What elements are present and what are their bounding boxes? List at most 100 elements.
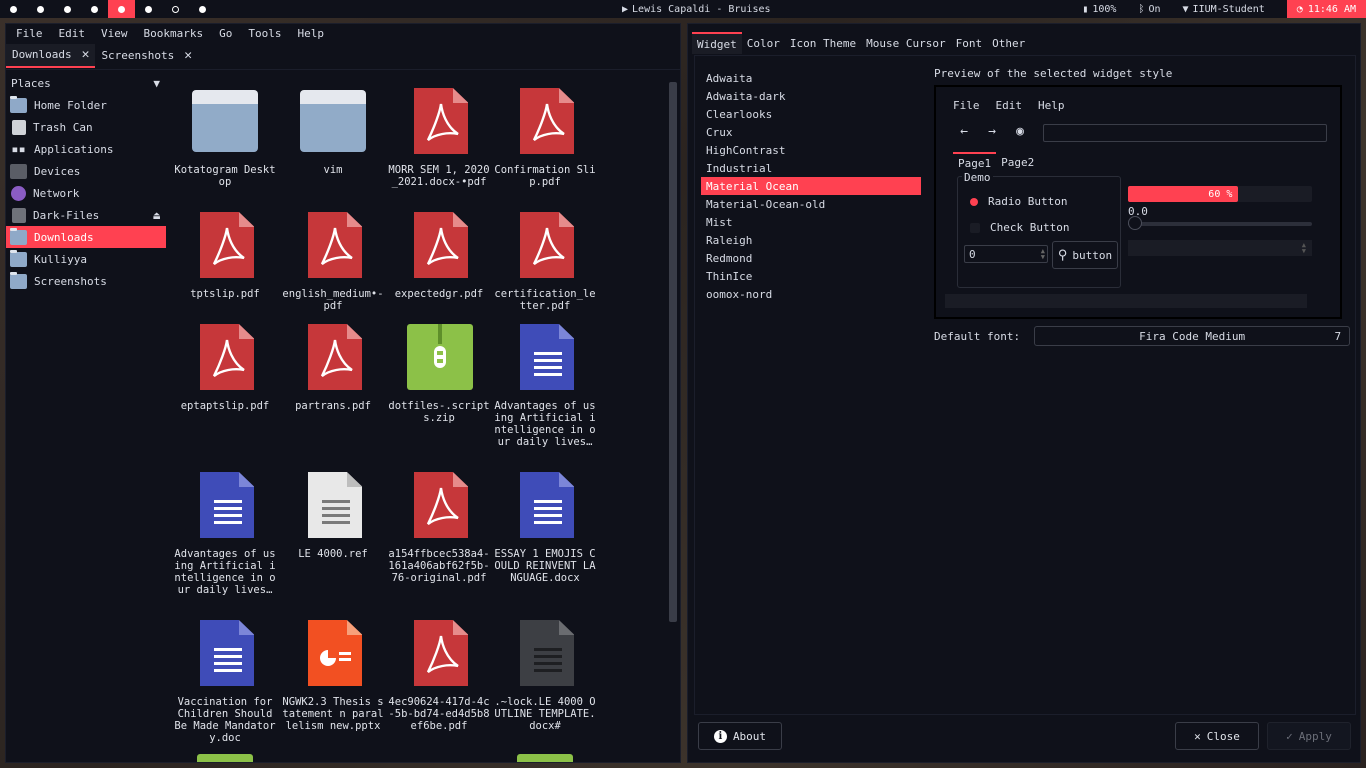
workspace-4[interactable] bbox=[81, 0, 108, 18]
theme-item[interactable]: Redmond bbox=[701, 249, 921, 267]
file-item[interactable]: MORR SEM 1, 2020_2021.docx-•pdf bbox=[385, 88, 493, 188]
file-item[interactable]: certification_letter.pdf bbox=[491, 212, 599, 312]
theme-item[interactable]: Material Ocean bbox=[701, 177, 921, 195]
file-item[interactable]: a154ffbcec538a4-161a406abf62f5b-76-origi… bbox=[385, 472, 493, 584]
file-item[interactable]: Advantages of using Artificial intellige… bbox=[171, 472, 279, 596]
workspace-1[interactable] bbox=[0, 0, 27, 18]
workspace-8[interactable] bbox=[189, 0, 216, 18]
workspace-7[interactable] bbox=[162, 0, 189, 18]
bluetooth-indicator[interactable]: ᛒ On bbox=[1138, 4, 1160, 15]
workspace-6[interactable] bbox=[135, 0, 162, 18]
sidebar-item-network[interactable]: Network bbox=[6, 182, 166, 204]
file-item[interactable]: dotfiles-.scripts.zip bbox=[385, 324, 493, 424]
file-item[interactable]: NGWK2.3 Thesis statement n parallelism n… bbox=[279, 620, 387, 732]
sidebar-item-dark-files[interactable]: Dark-Files ⏏ bbox=[6, 204, 166, 226]
theme-item[interactable]: Industrial bbox=[701, 159, 921, 177]
spin-arrows-icon[interactable]: ▲ ▼ bbox=[1041, 248, 1045, 261]
theme-item[interactable]: Clearlooks bbox=[701, 105, 921, 123]
file-item[interactable]: Vaccination for Children Should Be Made … bbox=[171, 620, 279, 744]
file-item[interactable]: 4ec90624-417d-4c-5b-bd74-ed4d5b8ef6be.pd… bbox=[385, 620, 493, 732]
about-button[interactable]: i About bbox=[698, 722, 782, 750]
file-item[interactable]: vim bbox=[279, 88, 387, 176]
tab-icon-theme[interactable]: Icon Theme bbox=[785, 32, 861, 54]
file-item[interactable]: english_medium•-pdf bbox=[279, 212, 387, 312]
menu-help[interactable]: Help bbox=[289, 27, 332, 40]
menu-edit[interactable]: Edit bbox=[51, 27, 94, 40]
menu-go[interactable]: Go bbox=[211, 27, 240, 40]
spin-arrows-icon[interactable]: ▲ ▼ bbox=[1302, 242, 1306, 255]
tab-color[interactable]: Color bbox=[742, 32, 785, 54]
file-item[interactable]: Advantages of using Artificial intellige… bbox=[491, 324, 599, 448]
file-item[interactable]: Kotatogram Desktop bbox=[171, 88, 279, 188]
file-item[interactable]: partrans.pdf bbox=[279, 324, 387, 412]
workspace-5[interactable] bbox=[108, 0, 135, 18]
file-item[interactable]: ESSAY 1 EMOJIS COULD REINVENT LANGUAGE.d… bbox=[491, 472, 599, 584]
now-playing[interactable]: ▶ Lewis Capaldi - Bruises bbox=[622, 0, 771, 18]
apply-button[interactable]: ✓ Apply bbox=[1267, 722, 1351, 750]
record-icon[interactable]: ◉ bbox=[1009, 124, 1031, 139]
file-item[interactable]: tptslip.pdf bbox=[171, 212, 279, 300]
sidebar-item-applications[interactable]: ▪▪ Applications bbox=[6, 138, 166, 160]
theme-item[interactable]: HighContrast bbox=[701, 141, 921, 159]
file-item[interactable]: expectedgr.pdf bbox=[385, 212, 493, 300]
file-item[interactable]: .~lock.LE 4000 OUTLINE TEMPLATE.docx# bbox=[491, 620, 599, 732]
preview-menu-help[interactable]: Help bbox=[1030, 99, 1073, 112]
theme-item[interactable]: ThinIce bbox=[701, 267, 921, 285]
file-item[interactable]: eptaptslip.pdf bbox=[171, 324, 279, 412]
sidebar-item-home[interactable]: Home Folder bbox=[6, 94, 166, 116]
file-item-partial[interactable] bbox=[197, 754, 253, 762]
forward-arrow-icon[interactable]: → bbox=[981, 124, 1003, 139]
menu-file[interactable]: File bbox=[8, 27, 51, 40]
preview-entry[interactable] bbox=[1043, 124, 1327, 142]
preview-tab-page1[interactable]: Page1 bbox=[953, 152, 997, 172]
wifi-indicator[interactable]: ▼ IIUM-Student bbox=[1183, 4, 1265, 15]
slider-knob[interactable] bbox=[1128, 216, 1142, 230]
menu-bookmarks[interactable]: Bookmarks bbox=[136, 27, 212, 40]
close-icon[interactable]: ✕ bbox=[184, 48, 192, 63]
back-arrow-icon[interactable]: ← bbox=[953, 124, 975, 139]
menu-tools[interactable]: Tools bbox=[240, 27, 289, 40]
theme-item[interactable]: Crux bbox=[701, 123, 921, 141]
theme-item[interactable]: Material-Ocean-old bbox=[701, 195, 921, 213]
sidebar-item-screenshots[interactable]: Screenshots bbox=[6, 270, 166, 292]
workspace-3[interactable] bbox=[54, 0, 81, 18]
workspace-2[interactable] bbox=[27, 0, 54, 18]
tab-downloads[interactable]: Downloads ✕ bbox=[6, 43, 96, 68]
check-button[interactable]: Check Button bbox=[970, 221, 1069, 234]
chevron-down-icon[interactable]: ▼ bbox=[153, 77, 160, 90]
menu-view[interactable]: View bbox=[93, 27, 136, 40]
theme-item[interactable]: Adwaita-dark bbox=[701, 87, 921, 105]
slider[interactable] bbox=[1128, 216, 1312, 230]
file-item[interactable]: LE 4000.ref bbox=[279, 472, 387, 560]
radio-button[interactable]: Radio Button bbox=[970, 195, 1067, 208]
close-button[interactable]: ✕ Close bbox=[1175, 722, 1259, 750]
sidebar-item-kulliyya[interactable]: Kulliyya bbox=[6, 248, 166, 270]
tab-font[interactable]: Font bbox=[951, 32, 988, 54]
file-item-partial[interactable] bbox=[517, 754, 573, 762]
spin-button[interactable]: 0 ▲ ▼ bbox=[964, 245, 1048, 263]
places-header[interactable]: Places ▼ bbox=[6, 72, 168, 94]
preview-spinner-empty[interactable]: ▲ ▼ bbox=[1128, 240, 1312, 256]
close-icon[interactable]: ✕ bbox=[82, 47, 90, 62]
theme-item[interactable]: Raleigh bbox=[701, 231, 921, 249]
preview-button[interactable]: ⚲ button bbox=[1052, 241, 1118, 269]
eject-icon[interactable]: ⏏ bbox=[153, 209, 160, 222]
tab-mouse-cursor[interactable]: Mouse Cursor bbox=[861, 32, 950, 54]
tab-screenshots[interactable]: Screenshots ✕ bbox=[95, 44, 198, 68]
tab-widget[interactable]: Widget bbox=[692, 32, 742, 54]
battery-indicator[interactable]: ▮ 100% bbox=[1082, 4, 1116, 15]
font-chooser-button[interactable]: Fira Code Medium 7 bbox=[1034, 326, 1351, 346]
sidebar-item-trash[interactable]: Trash Can bbox=[6, 116, 166, 138]
preview-menu-file[interactable]: File bbox=[945, 99, 988, 112]
theme-item[interactable]: oomox-nord bbox=[701, 285, 921, 303]
sidebar-item-devices[interactable]: Devices bbox=[6, 160, 166, 182]
clock[interactable]: ◔ 11:46 AM bbox=[1286, 0, 1366, 18]
tab-other[interactable]: Other bbox=[987, 32, 1030, 54]
scrollbar[interactable] bbox=[669, 82, 677, 622]
preview-menu-edit[interactable]: Edit bbox=[988, 99, 1031, 112]
theme-item[interactable]: Mist bbox=[701, 213, 921, 231]
preview-tab-page2[interactable]: Page2 bbox=[996, 152, 1039, 172]
theme-item[interactable]: Adwaita bbox=[701, 69, 921, 87]
sidebar-item-downloads[interactable]: Downloads bbox=[6, 226, 166, 248]
file-item[interactable]: Confirmation Slip.pdf bbox=[491, 88, 599, 188]
